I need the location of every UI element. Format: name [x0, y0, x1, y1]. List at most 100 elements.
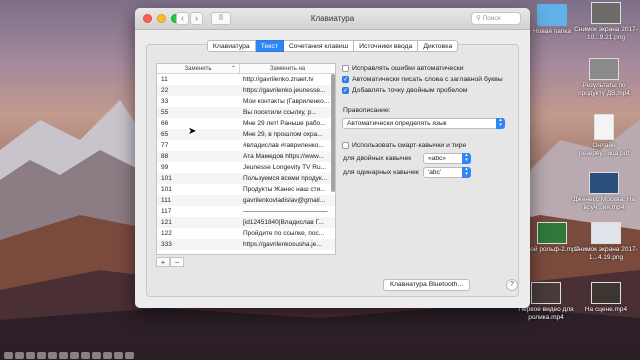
desktop-icon-label: Дженесс Москва. На вруч...ия.mp4 — [573, 196, 635, 211]
table-row[interactable]: 111 gavrilenkovladislav@gmail... — [157, 195, 335, 206]
search-placeholder: Поиск — [482, 15, 501, 22]
double-space-period-option[interactable]: ✓ Добавлять точку двойным пробелом — [342, 87, 468, 94]
table-row[interactable]: 121 [id12451840|Владислав Г... — [157, 217, 335, 228]
cell-with: Мои контакты (Гавриленко... — [243, 98, 330, 105]
search-field[interactable]: ⚲ Поиск — [471, 12, 521, 25]
tab-keyboard[interactable]: Клавиатура — [206, 40, 256, 52]
image-thumbnail-icon — [591, 2, 621, 24]
dock-app-icon[interactable] — [114, 351, 123, 359]
table-row[interactable]: 11 http://gavrilenko.znaet.tv — [157, 74, 335, 85]
table-row[interactable]: 88 Ата Мамедов https://www... — [157, 151, 335, 162]
cell-replace: 88 — [161, 153, 169, 160]
dock-app-icon[interactable] — [125, 351, 134, 359]
video-thumbnail-icon — [591, 282, 621, 304]
desktop-icon-stage-video[interactable]: На сцене.mp4 — [574, 282, 638, 314]
updown-chevron-icon: ▴ ▾ — [462, 153, 471, 164]
sort-chevron-icon: ⌃ — [230, 66, 236, 72]
column-header-replace[interactable]: Заменить ⌃ — [157, 64, 240, 73]
desktop-icon-label: Снимок экрана 2017-10...9.21.png — [574, 26, 638, 41]
desktop-icon-results-video[interactable]: Результаты по продукту ДВ.mp4 — [572, 58, 636, 98]
bluetooth-keyboard-button[interactable]: Клавиатура Bluetooth... — [383, 279, 471, 291]
video-thumbnail-icon — [537, 222, 567, 244]
dock-app-icon[interactable] — [48, 351, 57, 359]
period-checkbox[interactable]: ✓ — [342, 87, 349, 94]
tab-shortcuts[interactable]: Сочетания клавиш — [283, 40, 355, 52]
video-thumbnail-icon — [531, 282, 561, 304]
keyboard-preferences-window: ‹ › ⠿ Клавиатура ⚲ Поиск Клавиатура Текс… — [135, 8, 530, 308]
dock-app-icon[interactable] — [92, 351, 101, 359]
cell-with: Мне 29, в прошлом охра... — [243, 131, 323, 138]
desktop-icon-jeunesse-video[interactable]: Дженесс Москва. На вруч...ия.mp4 — [572, 172, 636, 212]
table-row[interactable]: 333 https://gavrilenkosusha.je... — [157, 239, 335, 250]
window-titlebar[interactable]: ‹ › ⠿ Клавиатура ⚲ Поиск — [135, 8, 530, 30]
cell-with: [id12451840|Владислав Г... — [243, 219, 324, 226]
checkbox-label: Автоматически писать слова с заглавной б… — [352, 76, 503, 83]
table-scrollbar[interactable] — [331, 74, 335, 192]
double-quotes-label: для двойных кавычек — [343, 155, 412, 162]
table-row[interactable]: 65 Мне 29, в прошлом охра... — [157, 129, 335, 140]
dock-app-icon[interactable] — [59, 351, 68, 359]
cell-with: #владислав #гавриленко... — [243, 142, 324, 149]
table-row[interactable]: 33 Мои контакты (Гавриленко... — [157, 96, 335, 107]
tab-dictation[interactable]: Диктовка — [418, 40, 459, 52]
table-row[interactable]: 99 Jeunesse Longevity TV Ru... — [157, 162, 335, 173]
capitalize-option[interactable]: ✓ Автоматически писать слова с заглавной… — [342, 76, 503, 83]
cell-replace: 77 — [161, 142, 169, 149]
desktop-icon-pdf[interactable]: Онлайн резерву...ица.pdf — [572, 114, 636, 158]
autocorrect-checkbox[interactable] — [342, 65, 349, 72]
table-row[interactable]: 77 #владислав #гавриленко... — [157, 140, 335, 151]
table-row[interactable]: 55 Вы посетили ссылку, р... — [157, 107, 335, 118]
cell-replace: 99 — [161, 164, 169, 171]
dock-app-icon[interactable] — [37, 351, 46, 359]
table-header: Заменить ⌃ Заменить на — [157, 64, 335, 74]
cell-replace: 117 — [161, 208, 172, 215]
tab-input-sources[interactable]: Источники ввода — [354, 40, 419, 52]
desktop-icon-label: Онлайн резерву...ица.pdf — [578, 142, 630, 157]
single-quotes-select[interactable]: 'abc' ▴ ▾ — [423, 167, 471, 178]
cell-replace: 101 — [161, 175, 172, 182]
capitalize-checkbox[interactable]: ✓ — [342, 76, 349, 83]
cell-with: ————————————— — [243, 208, 328, 215]
table-row[interactable]: 66 Мне 29 лет! Раньше рабо... — [157, 118, 335, 129]
help-button[interactable]: ? — [506, 279, 518, 291]
double-quotes-select[interactable]: «abc» ▴ ▾ — [423, 153, 471, 164]
dock-app-icon[interactable] — [103, 351, 112, 359]
add-replacement-button[interactable]: + — [156, 257, 170, 267]
cell-with: Jeunesse Longevity TV Ru... — [243, 164, 326, 171]
table-row[interactable]: 117 ————————————— — [157, 206, 335, 217]
column-header-with[interactable]: Заменить на — [240, 64, 335, 73]
desktop-icon-screenshot-2[interactable]: Снимок экрана 2017-1...4.19.png — [574, 222, 638, 262]
cell-with: http://gavrilenko.znaet.tv — [243, 76, 314, 83]
mouse-pointer-icon: ➤ — [188, 126, 197, 137]
remove-replacement-button[interactable]: − — [170, 257, 184, 267]
cell-with: https://gavrilenkosusha.je... — [243, 241, 322, 248]
add-remove-controls: + − — [156, 257, 184, 267]
spelling-language-select[interactable]: Автоматически определять язык ▴ ▾ — [342, 118, 505, 129]
dock-app-icon[interactable] — [15, 351, 24, 359]
table-row[interactable]: 122 Пройдите по ссылке, пос... — [157, 228, 335, 239]
table-row[interactable]: 22 https://gavrilenko.jeunesse... — [157, 85, 335, 96]
cell-replace: 333 — [161, 241, 172, 248]
autocorrect-option[interactable]: Исправлять ошибки автоматически — [342, 65, 464, 72]
select-value: 'abc' — [428, 169, 442, 176]
dock-app-icon[interactable] — [70, 351, 79, 359]
checkbox-label: Добавлять точку двойным пробелом — [352, 87, 468, 94]
desktop-icon-screenshot-1[interactable]: Снимок экрана 2017-10...9.21.png — [574, 2, 638, 42]
smart-quotes-option[interactable]: Использовать смарт-кавычки и тире — [342, 142, 466, 149]
tab-text[interactable]: Текст — [255, 40, 284, 52]
checkbox-label: Исправлять ошибки автоматически — [352, 65, 464, 72]
checkbox-label: Использовать смарт-кавычки и тире — [352, 142, 467, 149]
folder-icon — [537, 4, 567, 26]
updown-chevron-icon: ▴ ▾ — [496, 118, 505, 129]
table-row[interactable]: 101 Пользуемся всеми продук... — [157, 173, 335, 184]
cell-with: Вы посетили ссылку, р... — [243, 109, 317, 116]
cell-with: Пройдите по ссылке, пос... — [243, 230, 325, 237]
dock-app-icon[interactable] — [26, 351, 35, 359]
table-row[interactable]: 101 Продукты Жанес наш сти... — [157, 184, 335, 195]
pdf-document-icon — [594, 114, 614, 140]
dock-app-icon[interactable] — [4, 351, 13, 359]
text-replacement-table[interactable]: Заменить ⌃ Заменить на 11 http://gavrilen… — [156, 63, 336, 255]
dock-app-icon[interactable] — [81, 351, 90, 359]
tab-bar: Клавиатура Текст Сочетания клавиш Источн… — [135, 40, 530, 52]
smart-quotes-checkbox[interactable] — [342, 142, 349, 149]
